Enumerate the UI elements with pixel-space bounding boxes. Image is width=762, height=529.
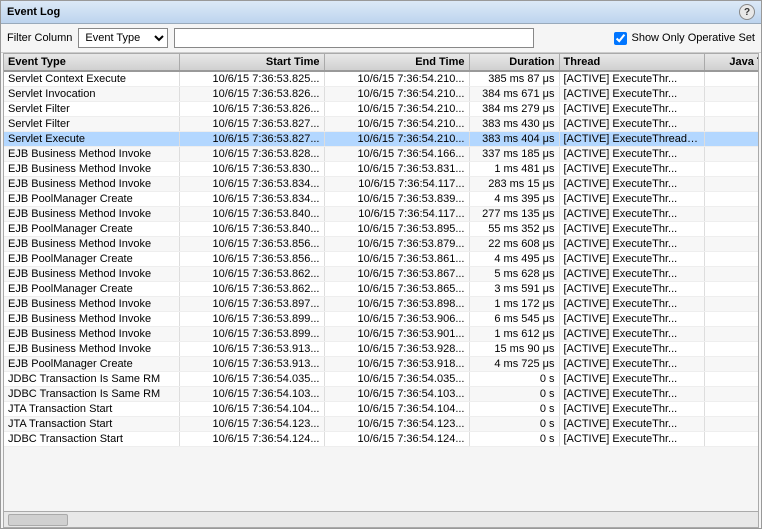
filter-input[interactable] [174, 28, 534, 48]
event-log-table: Event Type Start Time End Time Duration … [4, 54, 758, 447]
table-row[interactable]: Servlet Invocation10/6/15 7:36:53.826...… [4, 87, 758, 102]
col-header-thread[interactable]: Thread [559, 54, 704, 71]
table-row[interactable]: EJB PoolManager Create10/6/15 7:36:53.91… [4, 357, 758, 372]
table-row[interactable]: JTA Transaction Start10/6/15 7:36:54.104… [4, 402, 758, 417]
table-row[interactable]: JDBC Transaction Is Same RM10/6/15 7:36:… [4, 372, 758, 387]
filter-column-label: Filter Column [7, 32, 72, 44]
table-row[interactable]: Servlet Context Execute10/6/15 7:36:53.8… [4, 71, 758, 87]
operative-set-label: Show Only Operative Set [631, 32, 755, 44]
table-row[interactable]: JTA Transaction Start10/6/15 7:36:54.123… [4, 417, 758, 432]
checkbox-area: Show Only Operative Set [614, 32, 755, 45]
window-title: Event Log [7, 6, 60, 18]
help-icon[interactable]: ? [739, 4, 755, 20]
table-row[interactable]: JDBC Transaction Start10/6/15 7:36:54.12… [4, 432, 758, 447]
table-row[interactable]: EJB PoolManager Create10/6/15 7:36:53.83… [4, 192, 758, 207]
table-row[interactable]: EJB Business Method Invoke10/6/15 7:36:5… [4, 312, 758, 327]
col-header-java-th[interactable]: Java Th... [704, 54, 758, 71]
table-row[interactable]: EJB Business Method Invoke10/6/15 7:36:5… [4, 162, 758, 177]
table-row[interactable]: EJB Business Method Invoke10/6/15 7:36:5… [4, 237, 758, 252]
table-row[interactable]: Servlet Filter10/6/15 7:36:53.827...10/6… [4, 117, 758, 132]
table-row[interactable]: EJB Business Method Invoke10/6/15 7:36:5… [4, 147, 758, 162]
col-header-duration[interactable]: Duration [469, 54, 559, 71]
col-header-start-time[interactable]: Start Time [179, 54, 324, 71]
table-row[interactable]: EJB PoolManager Create10/6/15 7:36:53.85… [4, 252, 758, 267]
table-container: Event Type Start Time End Time Duration … [3, 53, 759, 528]
table-header-row: Event Type Start Time End Time Duration … [4, 54, 758, 71]
table-scroll[interactable]: Event Type Start Time End Time Duration … [4, 54, 758, 511]
table-row[interactable]: EJB PoolManager Create10/6/15 7:36:53.84… [4, 222, 758, 237]
table-row[interactable]: Servlet Execute10/6/15 7:36:53.827...10/… [4, 132, 758, 147]
horizontal-scrollbar[interactable] [4, 511, 758, 527]
col-header-event-type[interactable]: Event Type [4, 54, 179, 71]
table-row[interactable]: EJB PoolManager Create10/6/15 7:36:53.86… [4, 282, 758, 297]
title-bar: Event Log ? [1, 1, 761, 24]
table-row[interactable]: JDBC Transaction Is Same RM10/6/15 7:36:… [4, 387, 758, 402]
table-row[interactable]: EJB Business Method Invoke10/6/15 7:36:5… [4, 297, 758, 312]
filter-bar: Filter Column Event TypeStart TimeEnd Ti… [1, 24, 761, 53]
table-row[interactable]: EJB Business Method Invoke10/6/15 7:36:5… [4, 177, 758, 192]
table-row[interactable]: EJB Business Method Invoke10/6/15 7:36:5… [4, 342, 758, 357]
filter-column-select[interactable]: Event TypeStart TimeEnd TimeDurationThre… [78, 28, 168, 48]
col-header-end-time[interactable]: End Time [324, 54, 469, 71]
event-log-window: Event Log ? Filter Column Event TypeStar… [0, 0, 762, 529]
table-row[interactable]: Servlet Filter10/6/15 7:36:53.826...10/6… [4, 102, 758, 117]
table-row[interactable]: EJB Business Method Invoke10/6/15 7:36:5… [4, 267, 758, 282]
table-body: Servlet Context Execute10/6/15 7:36:53.8… [4, 71, 758, 447]
table-row[interactable]: EJB Business Method Invoke10/6/15 7:36:5… [4, 327, 758, 342]
operative-set-checkbox[interactable] [614, 32, 627, 45]
table-row[interactable]: EJB Business Method Invoke10/6/15 7:36:5… [4, 207, 758, 222]
